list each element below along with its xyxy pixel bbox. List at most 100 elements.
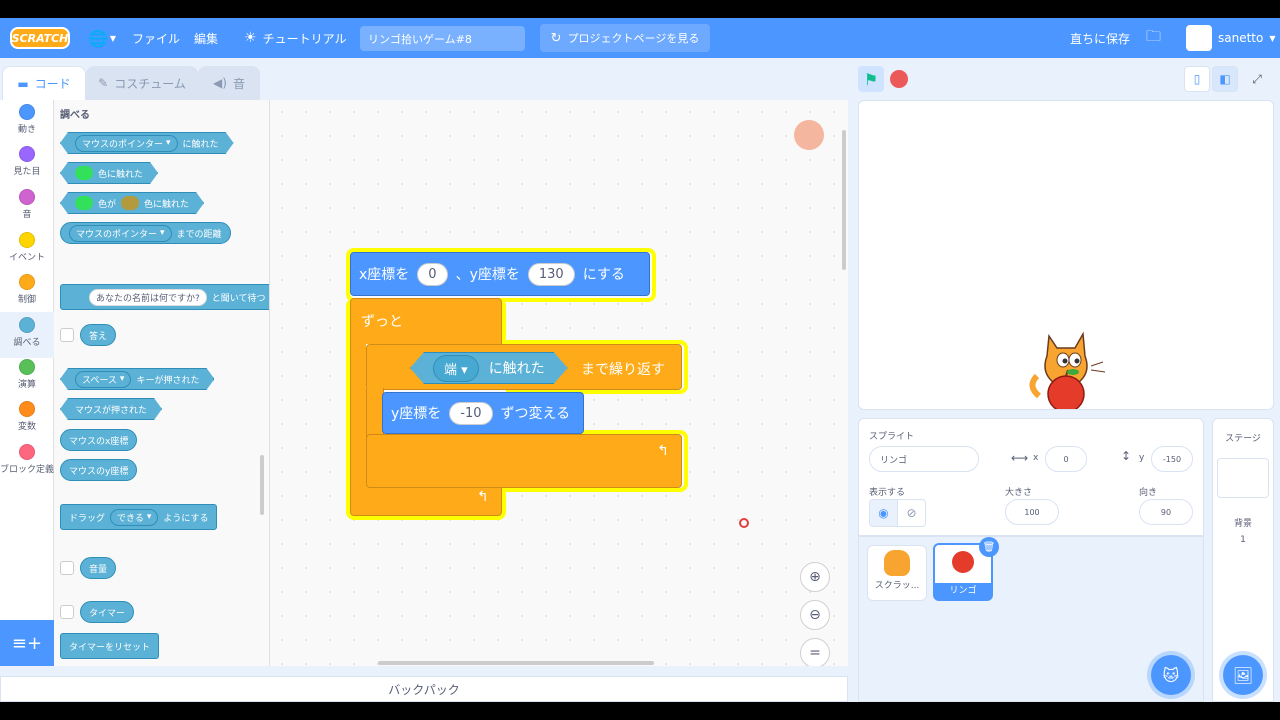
category-my-blocks[interactable]: ブロック定義 [0,444,54,488]
sprite-tile-selected[interactable]: リンゴ 🗑 [933,537,999,601]
drag-mode-dropdown[interactable]: できる ▾ [110,508,159,526]
category-variables[interactable]: 変数 [0,401,54,441]
show-label: 表示する [869,488,906,498]
green-flag-button[interactable]: ⚑ [858,66,884,92]
touching-dropdown[interactable]: マウスのポインター ▾ [75,135,178,152]
workspace-vertical-scrollbar[interactable] [842,130,846,270]
backpack[interactable]: バックパック [0,676,848,702]
small-stage-button[interactable]: ▯ [1184,66,1210,92]
loudness-checkbox[interactable] [60,561,74,575]
show-sprite-button[interactable]: ◉ [869,499,898,527]
equals-icon: = [809,645,821,661]
block-mouse-down[interactable]: マウスが押された [60,398,162,420]
backdrops-count: 1 [1240,535,1246,545]
tab-sounds-label: 音 [232,76,245,91]
stage[interactable] [858,100,1274,410]
block-mouse-x[interactable]: マウスのx座標 [60,429,138,451]
block-text: ずっと [361,314,403,330]
stage-selector[interactable]: ステージ 背景 1 🖼 [1212,418,1274,702]
workspace-horizontal-scrollbar[interactable] [378,661,654,665]
category-dot [19,104,35,120]
block-timer[interactable]: タイマー [80,601,135,623]
zoom-in-icon: ⊕ [809,569,821,585]
block-touching-color[interactable]: 色に触れた [60,162,158,184]
sprite-direction-input[interactable]: 90 [1139,499,1193,525]
sprite-size-input[interactable]: 100 [1005,499,1059,525]
save-now-button[interactable]: 直ちに保存 [1070,18,1130,58]
zoom-reset-button[interactable]: = [800,638,830,666]
category-label: 制御 [17,295,36,305]
category-control[interactable]: 制御 [0,274,54,314]
category-dot [19,146,35,162]
answer-checkbox[interactable] [60,328,74,342]
block-loudness[interactable]: 音量 [80,557,117,579]
file-menu[interactable]: ファイル [132,18,180,58]
sprite-y-input[interactable]: -150 [1151,446,1193,472]
sprite-tile[interactable]: スクラッ... [867,545,927,601]
change-y-input[interactable]: -10 [449,401,493,425]
stop-button[interactable] [890,70,908,88]
scratch-logo[interactable]: SCRATCH [10,27,70,49]
choose-sprite-button[interactable]: 🐱 [1151,655,1191,695]
tab-sounds[interactable]: ◀) 音 [198,66,260,100]
account-menu[interactable]: sanetto ▼ [1186,18,1276,58]
block-color-touching-color[interactable]: 色が 色に触れた [60,192,204,214]
tab-costumes[interactable]: ✎ コスチューム [86,66,198,100]
color-swatch[interactable] [121,196,139,210]
zoom-out-button[interactable]: ⊖ [800,600,830,630]
palette-scrollbar[interactable] [260,455,264,515]
block-touching-object[interactable]: マウスのポインター ▾ に触れた [60,132,234,154]
block-reset-timer[interactable]: タイマーをリセット [60,633,160,659]
block-set-drag-mode[interactable]: ドラッグ できる ▾ ようにする [60,504,218,530]
x-input[interactable]: 0 [417,262,448,286]
category-sensing[interactable]: 調べる [0,312,54,358]
category-events[interactable]: イベント [0,232,54,272]
large-stage-button[interactable]: ◧ [1212,66,1238,92]
ask-input[interactable]: あなたの名前は何ですか? [89,288,207,306]
sprite-x-input[interactable]: 0 [1045,446,1087,472]
hide-sprite-button[interactable]: ⊘ [897,499,926,527]
color-swatch[interactable] [75,196,93,210]
block-mouse-y[interactable]: マウスのy座標 [60,459,138,481]
language-menu[interactable]: 🌐 ▼ [88,18,116,58]
folder-icon[interactable]: 🗀 [1146,18,1161,58]
large-stage-icon: ◧ [1219,72,1231,86]
block-key-pressed[interactable]: スペース ▾ キーが押された [60,368,214,390]
distance-dropdown-value: マウスのポインター [76,229,158,240]
edit-menu[interactable]: 編集 [194,18,218,58]
block-change-y[interactable]: y座標を -10 ずつ変える [382,392,584,434]
category-label: 演算 [17,380,36,390]
tab-code[interactable]: ▬ コード [2,66,86,100]
vertical-arrows-icon: ↕ [1121,449,1132,463]
zoom-in-button[interactable]: ⊕ [800,562,830,592]
distance-dropdown[interactable]: マウスのポインター ▾ [69,224,172,242]
y-input[interactable]: 130 [527,262,575,286]
delete-sprite-button[interactable]: 🗑 [979,537,999,557]
category-operators[interactable]: 演算 [0,359,54,399]
see-project-page-button[interactable]: ↻ プロジェクトページを見る [540,24,710,52]
code-workspace[interactable]: x座標を 0 、y座標を 130 にする ずっと ↰ まで繰り返す ↰ 端 ▾ … [270,100,848,666]
block-go-to-xy[interactable]: x座標を 0 、y座標を 130 にする [350,252,650,296]
block-answer[interactable]: 答え [80,324,117,346]
extension-icon: ≡+ [11,632,43,654]
loop-arrow-icon: ↰ [657,443,669,459]
category-looks[interactable]: 見た目 [0,146,54,186]
category-sound[interactable]: 音 [0,189,54,229]
tutorials-button[interactable]: ☀ チュートリアル [244,18,346,58]
sprite-name-input[interactable]: リンゴ [869,446,979,472]
key-dropdown[interactable]: スペース ▾ [75,371,131,388]
block-ask-and-wait[interactable]: あなたの名前は何ですか? と聞いて待つ [60,284,269,310]
timer-checkbox[interactable] [60,605,74,619]
project-title-input[interactable]: リンゴ拾いゲーム#8 [360,26,525,51]
color-swatch[interactable] [75,166,93,180]
add-extension-button[interactable]: ≡+ [0,620,54,666]
chevron-down-icon: ▾ [461,362,468,378]
choose-backdrop-button[interactable]: 🖼 [1223,655,1263,695]
block-distance-to[interactable]: マウスのポインター ▾ までの距離 [60,222,231,244]
block-touching-edge[interactable]: 端 ▾ に触れた [410,352,568,384]
category-motion[interactable]: 動き [0,104,54,144]
touch-target-dropdown[interactable]: 端 ▾ [433,355,479,382]
fullscreen-button[interactable]: ⤢ [1244,66,1270,92]
block-text: 、y座標を [455,267,520,283]
category-menu: 動き 見た目 音 イベント 制御 調べる 演算 変数 ブロック定義 [0,100,54,620]
